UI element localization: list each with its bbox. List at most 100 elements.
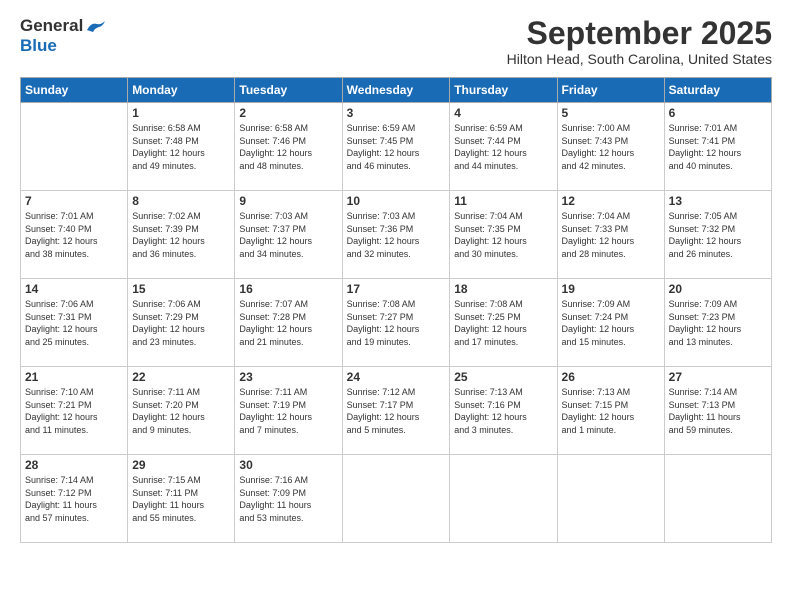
day-info: Sunrise: 7:00 AMSunset: 7:43 PMDaylight:… [562,122,660,172]
day-info: Sunrise: 7:06 AMSunset: 7:31 PMDaylight:… [25,298,123,348]
table-row: 17 Sunrise: 7:08 AMSunset: 7:27 PMDayligh… [342,279,450,367]
table-row: 25 Sunrise: 7:13 AMSunset: 7:16 PMDayligh… [450,367,557,455]
table-row: 12 Sunrise: 7:04 AMSunset: 7:33 PMDayligh… [557,191,664,279]
day-info: Sunrise: 7:02 AMSunset: 7:39 PMDaylight:… [132,210,230,260]
day-number: 7 [25,194,123,208]
table-row: 19 Sunrise: 7:09 AMSunset: 7:24 PMDayligh… [557,279,664,367]
col-saturday: Saturday [664,78,771,103]
table-row: 5 Sunrise: 7:00 AMSunset: 7:43 PMDaylight… [557,103,664,191]
day-number: 18 [454,282,552,296]
table-row [664,455,771,543]
table-row: 22 Sunrise: 7:11 AMSunset: 7:20 PMDayligh… [128,367,235,455]
day-number: 1 [132,106,230,120]
table-row: 26 Sunrise: 7:13 AMSunset: 7:15 PMDayligh… [557,367,664,455]
day-info: Sunrise: 7:01 AMSunset: 7:40 PMDaylight:… [25,210,123,260]
day-number: 17 [347,282,446,296]
day-info: Sunrise: 7:13 AMSunset: 7:15 PMDaylight:… [562,386,660,436]
day-number: 25 [454,370,552,384]
logo-bird-icon [85,18,107,34]
day-info: Sunrise: 7:11 AMSunset: 7:20 PMDaylight:… [132,386,230,436]
header: General Blue September 2025 Hilton Head,… [20,16,772,67]
day-number: 14 [25,282,123,296]
day-number: 5 [562,106,660,120]
table-row: 28 Sunrise: 7:14 AMSunset: 7:12 PMDayligh… [21,455,128,543]
day-number: 13 [669,194,767,208]
table-row: 4 Sunrise: 6:59 AMSunset: 7:44 PMDaylight… [450,103,557,191]
table-row: 23Sunrise: 7:11 AMSunset: 7:19 PMDayligh… [235,367,342,455]
day-info: Sunrise: 7:04 AMSunset: 7:35 PMDaylight:… [454,210,552,260]
day-info: Sunrise: 7:04 AMSunset: 7:33 PMDaylight:… [562,210,660,260]
day-info: Sunrise: 7:03 AMSunset: 7:37 PMDaylight:… [239,210,337,260]
day-number: 12 [562,194,660,208]
day-number: 21 [25,370,123,384]
day-number: 6 [669,106,767,120]
day-info: Sunrise: 6:59 AMSunset: 7:45 PMDaylight:… [347,122,446,172]
day-info: Sunrise: 7:10 AMSunset: 7:21 PMDaylight:… [25,386,123,436]
calendar-week-row: 1 Sunrise: 6:58 AMSunset: 7:48 PMDaylight… [21,103,772,191]
day-info: Sunrise: 7:03 AMSunset: 7:36 PMDaylight:… [347,210,446,260]
table-row: 9 Sunrise: 7:03 AMSunset: 7:37 PMDaylight… [235,191,342,279]
logo-general: General [20,16,83,36]
logo: General Blue [20,16,107,56]
table-row: 2Sunrise: 6:58 AMSunset: 7:46 PMDaylight… [235,103,342,191]
day-info: Sunrise: 7:15 AMSunset: 7:11 PMDaylight:… [132,474,230,524]
table-row: 27Sunrise: 7:14 AMSunset: 7:13 PMDayligh… [664,367,771,455]
day-number: 19 [562,282,660,296]
day-number: 20 [669,282,767,296]
day-number: 15 [132,282,230,296]
table-row: 10 Sunrise: 7:03 AMSunset: 7:36 PMDayligh… [342,191,450,279]
calendar-header-row: Sunday Monday Tuesday Wednesday Thursday… [21,78,772,103]
title-block: September 2025 Hilton Head, South Caroli… [507,16,772,67]
table-row: 3Sunrise: 6:59 AMSunset: 7:45 PMDaylight… [342,103,450,191]
day-info: Sunrise: 6:58 AMSunset: 7:48 PMDaylight:… [132,122,230,172]
day-info: Sunrise: 7:13 AMSunset: 7:16 PMDaylight:… [454,386,552,436]
table-row: 13 Sunrise: 7:05 AMSunset: 7:32 PMDayligh… [664,191,771,279]
day-info: Sunrise: 7:09 AMSunset: 7:23 PMDaylight:… [669,298,767,348]
day-info: Sunrise: 7:05 AMSunset: 7:32 PMDaylight:… [669,210,767,260]
day-info: Sunrise: 7:01 AMSunset: 7:41 PMDaylight:… [669,122,767,172]
day-number: 27 [669,370,767,384]
table-row: 24 Sunrise: 7:12 AMSunset: 7:17 PMDayligh… [342,367,450,455]
day-number: 24 [347,370,446,384]
table-row: 6 Sunrise: 7:01 AMSunset: 7:41 PMDaylight… [664,103,771,191]
day-info: Sunrise: 7:08 AMSunset: 7:27 PMDaylight:… [347,298,446,348]
location: Hilton Head, South Carolina, United Stat… [507,51,772,67]
table-row [557,455,664,543]
logo-blue: Blue [20,36,57,56]
table-row: 14 Sunrise: 7:06 AMSunset: 7:31 PMDayligh… [21,279,128,367]
table-row: 16Sunrise: 7:07 AMSunset: 7:28 PMDayligh… [235,279,342,367]
calendar-week-row: 14 Sunrise: 7:06 AMSunset: 7:31 PMDayligh… [21,279,772,367]
day-number: 9 [239,194,337,208]
table-row: 29Sunrise: 7:15 AMSunset: 7:11 PMDayligh… [128,455,235,543]
col-monday: Monday [128,78,235,103]
table-row: 20 Sunrise: 7:09 AMSunset: 7:23 PMDayligh… [664,279,771,367]
table-row: 8 Sunrise: 7:02 AMSunset: 7:39 PMDaylight… [128,191,235,279]
day-info: Sunrise: 6:58 AMSunset: 7:46 PMDaylight:… [239,122,337,172]
col-sunday: Sunday [21,78,128,103]
calendar-table: Sunday Monday Tuesday Wednesday Thursday… [20,77,772,543]
day-info: Sunrise: 7:12 AMSunset: 7:17 PMDaylight:… [347,386,446,436]
day-info: Sunrise: 7:09 AMSunset: 7:24 PMDaylight:… [562,298,660,348]
day-number: 16 [239,282,337,296]
day-number: 22 [132,370,230,384]
day-info: Sunrise: 6:59 AMSunset: 7:44 PMDaylight:… [454,122,552,172]
col-friday: Friday [557,78,664,103]
day-number: 4 [454,106,552,120]
day-number: 8 [132,194,230,208]
table-row [21,103,128,191]
day-number: 10 [347,194,446,208]
day-number: 26 [562,370,660,384]
day-info: Sunrise: 7:14 AMSunset: 7:12 PMDaylight:… [25,474,123,524]
col-tuesday: Tuesday [235,78,342,103]
table-row: 30Sunrise: 7:16 AMSunset: 7:09 PMDayligh… [235,455,342,543]
col-wednesday: Wednesday [342,78,450,103]
col-thursday: Thursday [450,78,557,103]
table-row [342,455,450,543]
day-info: Sunrise: 7:16 AMSunset: 7:09 PMDaylight:… [239,474,337,524]
table-row: 11Sunrise: 7:04 AMSunset: 7:35 PMDayligh… [450,191,557,279]
day-number: 28 [25,458,123,472]
table-row: 1 Sunrise: 6:58 AMSunset: 7:48 PMDaylight… [128,103,235,191]
calendar-week-row: 21 Sunrise: 7:10 AMSunset: 7:21 PMDayligh… [21,367,772,455]
table-row: 7 Sunrise: 7:01 AMSunset: 7:40 PMDaylight… [21,191,128,279]
calendar-week-row: 7 Sunrise: 7:01 AMSunset: 7:40 PMDaylight… [21,191,772,279]
